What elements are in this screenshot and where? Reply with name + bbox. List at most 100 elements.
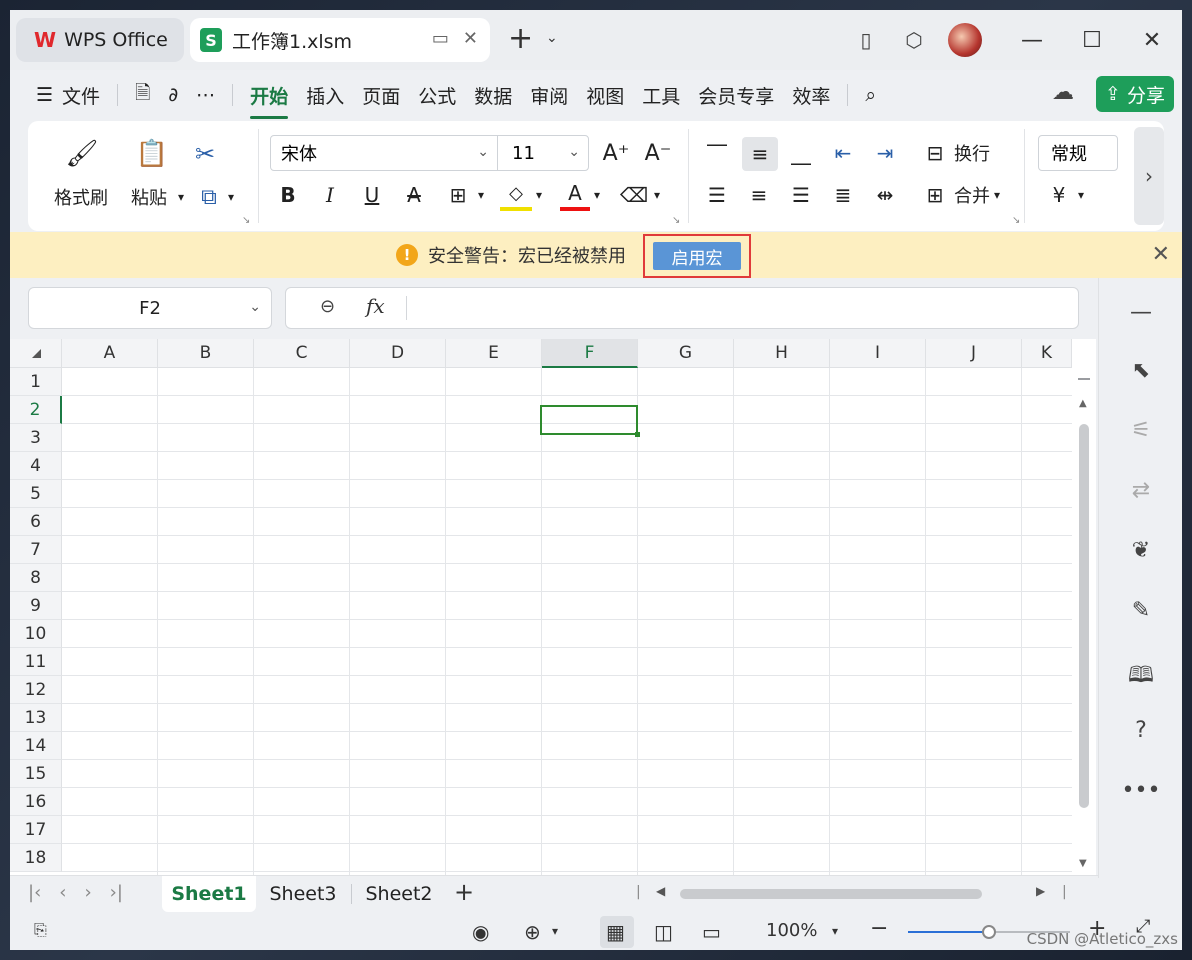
collapse-icon[interactable]: —	[1099, 300, 1182, 325]
column-header-a[interactable]: A	[62, 339, 158, 368]
row-header-7[interactable]: 7	[10, 536, 62, 564]
first-sheet-icon[interactable]: |‹	[28, 882, 41, 903]
decrease-indent-icon[interactable]: ⇤	[826, 137, 860, 169]
column-header-e[interactable]: E	[446, 339, 542, 368]
select-all-button[interactable]	[10, 339, 62, 368]
chevron-down-icon[interactable]: ▾	[1074, 179, 1088, 211]
ribbon-expand-button[interactable]: ›	[1134, 127, 1164, 225]
close-icon[interactable]: ✕	[1152, 242, 1170, 267]
spreadsheet-grid[interactable]: ABCDEFGHIJK 1 2 3 4 5 6 7 8 9 10 11 12 13 14 15 16 17 18 …	[10, 339, 1096, 875]
menu-tools[interactable]: 工具	[633, 82, 689, 109]
chevron-down-icon[interactable]: ▾	[832, 924, 838, 938]
menu-view[interactable]: 视图	[577, 82, 633, 109]
function-icon[interactable]: fx	[366, 294, 385, 318]
decrease-font-icon[interactable]: A⁻	[640, 137, 676, 169]
row-header-9[interactable]: 9	[10, 592, 62, 620]
paste-label[interactable]: 粘贴	[124, 183, 174, 211]
add-sheet-button[interactable]: +	[454, 878, 474, 906]
font-size-select[interactable]: 11 ⌄	[497, 135, 589, 171]
link-icon[interactable]: ∂	[159, 84, 187, 106]
wrap-text-icon[interactable]: ⊟	[918, 137, 952, 169]
normal-view-icon[interactable]: ▦	[606, 920, 625, 944]
last-sheet-icon[interactable]: ›|	[110, 882, 123, 903]
chevron-down-icon[interactable]: ▾	[224, 183, 238, 211]
sheet-tab-sheet1[interactable]: Sheet1	[162, 876, 256, 912]
vertical-scrollbar[interactable]: ▲ ▼	[1072, 368, 1096, 875]
share-button[interactable]: ⇪ 分享	[1096, 76, 1174, 112]
font-color-icon[interactable]: A	[560, 179, 590, 211]
chevron-down-icon[interactable]: ▾	[650, 179, 664, 211]
menu-insert[interactable]: 插入	[297, 82, 353, 109]
cursor-icon[interactable]: ⬉	[1099, 358, 1182, 383]
more-icon[interactable]: ⋯	[187, 84, 224, 106]
row-header-15[interactable]: 15	[10, 760, 62, 788]
row-header-14[interactable]: 14	[10, 732, 62, 760]
chevron-down-icon[interactable]: ⌄	[546, 30, 558, 46]
row-header-11[interactable]: 11	[10, 648, 62, 676]
avatar[interactable]	[948, 23, 982, 57]
close-tab-icon[interactable]: ✕	[463, 28, 478, 49]
font-name-select[interactable]: 宋体 ⌄	[270, 135, 498, 171]
name-box[interactable]: F2 ⌄	[28, 287, 272, 329]
row-header-12[interactable]: 12	[10, 676, 62, 704]
row-header-17[interactable]: 17	[10, 816, 62, 844]
justify-icon[interactable]: ≣	[826, 179, 860, 211]
italic-icon[interactable]: I	[314, 179, 346, 211]
menu-formula[interactable]: 公式	[409, 82, 465, 109]
scroll-up-icon[interactable]: ▲	[1079, 398, 1087, 409]
dialog-launcher-icon[interactable]: ↘	[242, 215, 250, 226]
save-icon[interactable]: 🗎	[126, 79, 159, 111]
next-sheet-icon[interactable]: ›	[84, 882, 91, 903]
column-header-d[interactable]: D	[350, 339, 446, 368]
prev-sheet-icon[interactable]: ‹	[59, 882, 66, 903]
format-painter-label[interactable]: 格式刷	[50, 183, 112, 211]
column-header-j[interactable]: J	[926, 339, 1022, 368]
chevron-down-icon[interactable]: ▾	[552, 924, 558, 938]
number-format-select[interactable]: 常规	[1038, 135, 1118, 171]
menu-efficiency[interactable]: 效率	[783, 82, 839, 109]
tab-document[interactable]: S 工作簿1.xlsm ▭ ✕	[190, 18, 490, 62]
column-header-g[interactable]: G	[638, 339, 734, 368]
row-header-6[interactable]: 6	[10, 508, 62, 536]
menu-file[interactable]: 文件	[62, 82, 109, 109]
strikethrough-icon[interactable]: A	[398, 179, 430, 211]
row-header-10[interactable]: 10	[10, 620, 62, 648]
column-header-c[interactable]: C	[254, 339, 350, 368]
align-top-icon[interactable]: ⎺	[700, 137, 734, 169]
increase-font-icon[interactable]: A⁺	[598, 137, 634, 169]
dialog-launcher-icon[interactable]: ↘	[1012, 215, 1020, 226]
scroll-down-icon[interactable]: ▼	[1079, 858, 1087, 869]
scroll-left-icon[interactable]: ◀	[656, 884, 665, 898]
help-icon[interactable]: ?	[1099, 718, 1182, 743]
split-handle[interactable]	[1078, 378, 1090, 380]
tablet-mode-icon[interactable]: ▯	[842, 28, 890, 52]
column-header-h[interactable]: H	[734, 339, 830, 368]
border-icon[interactable]: ⊞	[442, 179, 474, 211]
book-search-icon[interactable]: 🕮	[1099, 658, 1182, 696]
ai-leaf-icon[interactable]: ❦	[1099, 538, 1182, 563]
transform-icon[interactable]: ⇄	[1099, 478, 1182, 503]
fill-color-icon[interactable]: ◇	[500, 179, 532, 211]
sheet-tab-sheet2[interactable]: Sheet2	[352, 876, 446, 912]
search-icon[interactable]: ⌕	[856, 84, 885, 106]
row-header-3[interactable]: 3	[10, 424, 62, 452]
tools-icon[interactable]: ✎	[1099, 598, 1182, 623]
chevron-down-icon[interactable]: ▾	[474, 179, 488, 211]
column-header-b[interactable]: B	[158, 339, 254, 368]
column-header-k[interactable]: K	[1022, 339, 1072, 368]
zoom-level[interactable]: 100%	[766, 920, 817, 941]
increase-indent-icon[interactable]: ⇥	[868, 137, 902, 169]
cut-icon[interactable]: ✂	[188, 137, 222, 171]
currency-icon[interactable]: ¥	[1044, 179, 1074, 211]
chevron-down-icon[interactable]: ▾	[590, 179, 604, 211]
chevron-down-icon[interactable]: ▾	[532, 179, 546, 211]
sliders-icon[interactable]: ⚟	[1099, 418, 1182, 443]
sheet-tab-sheet3[interactable]: Sheet3	[256, 876, 350, 912]
chevron-down-icon[interactable]: ▾	[990, 179, 1004, 211]
menu-member[interactable]: 会员专享	[689, 82, 783, 109]
scroll-thumb[interactable]	[1079, 424, 1089, 808]
format-painter-icon[interactable]: 🖌	[62, 137, 102, 171]
align-center-icon[interactable]: ≡	[742, 179, 776, 211]
page-layout-view-icon[interactable]: ▭	[702, 920, 721, 944]
splitter-icon[interactable]: |	[636, 884, 641, 900]
